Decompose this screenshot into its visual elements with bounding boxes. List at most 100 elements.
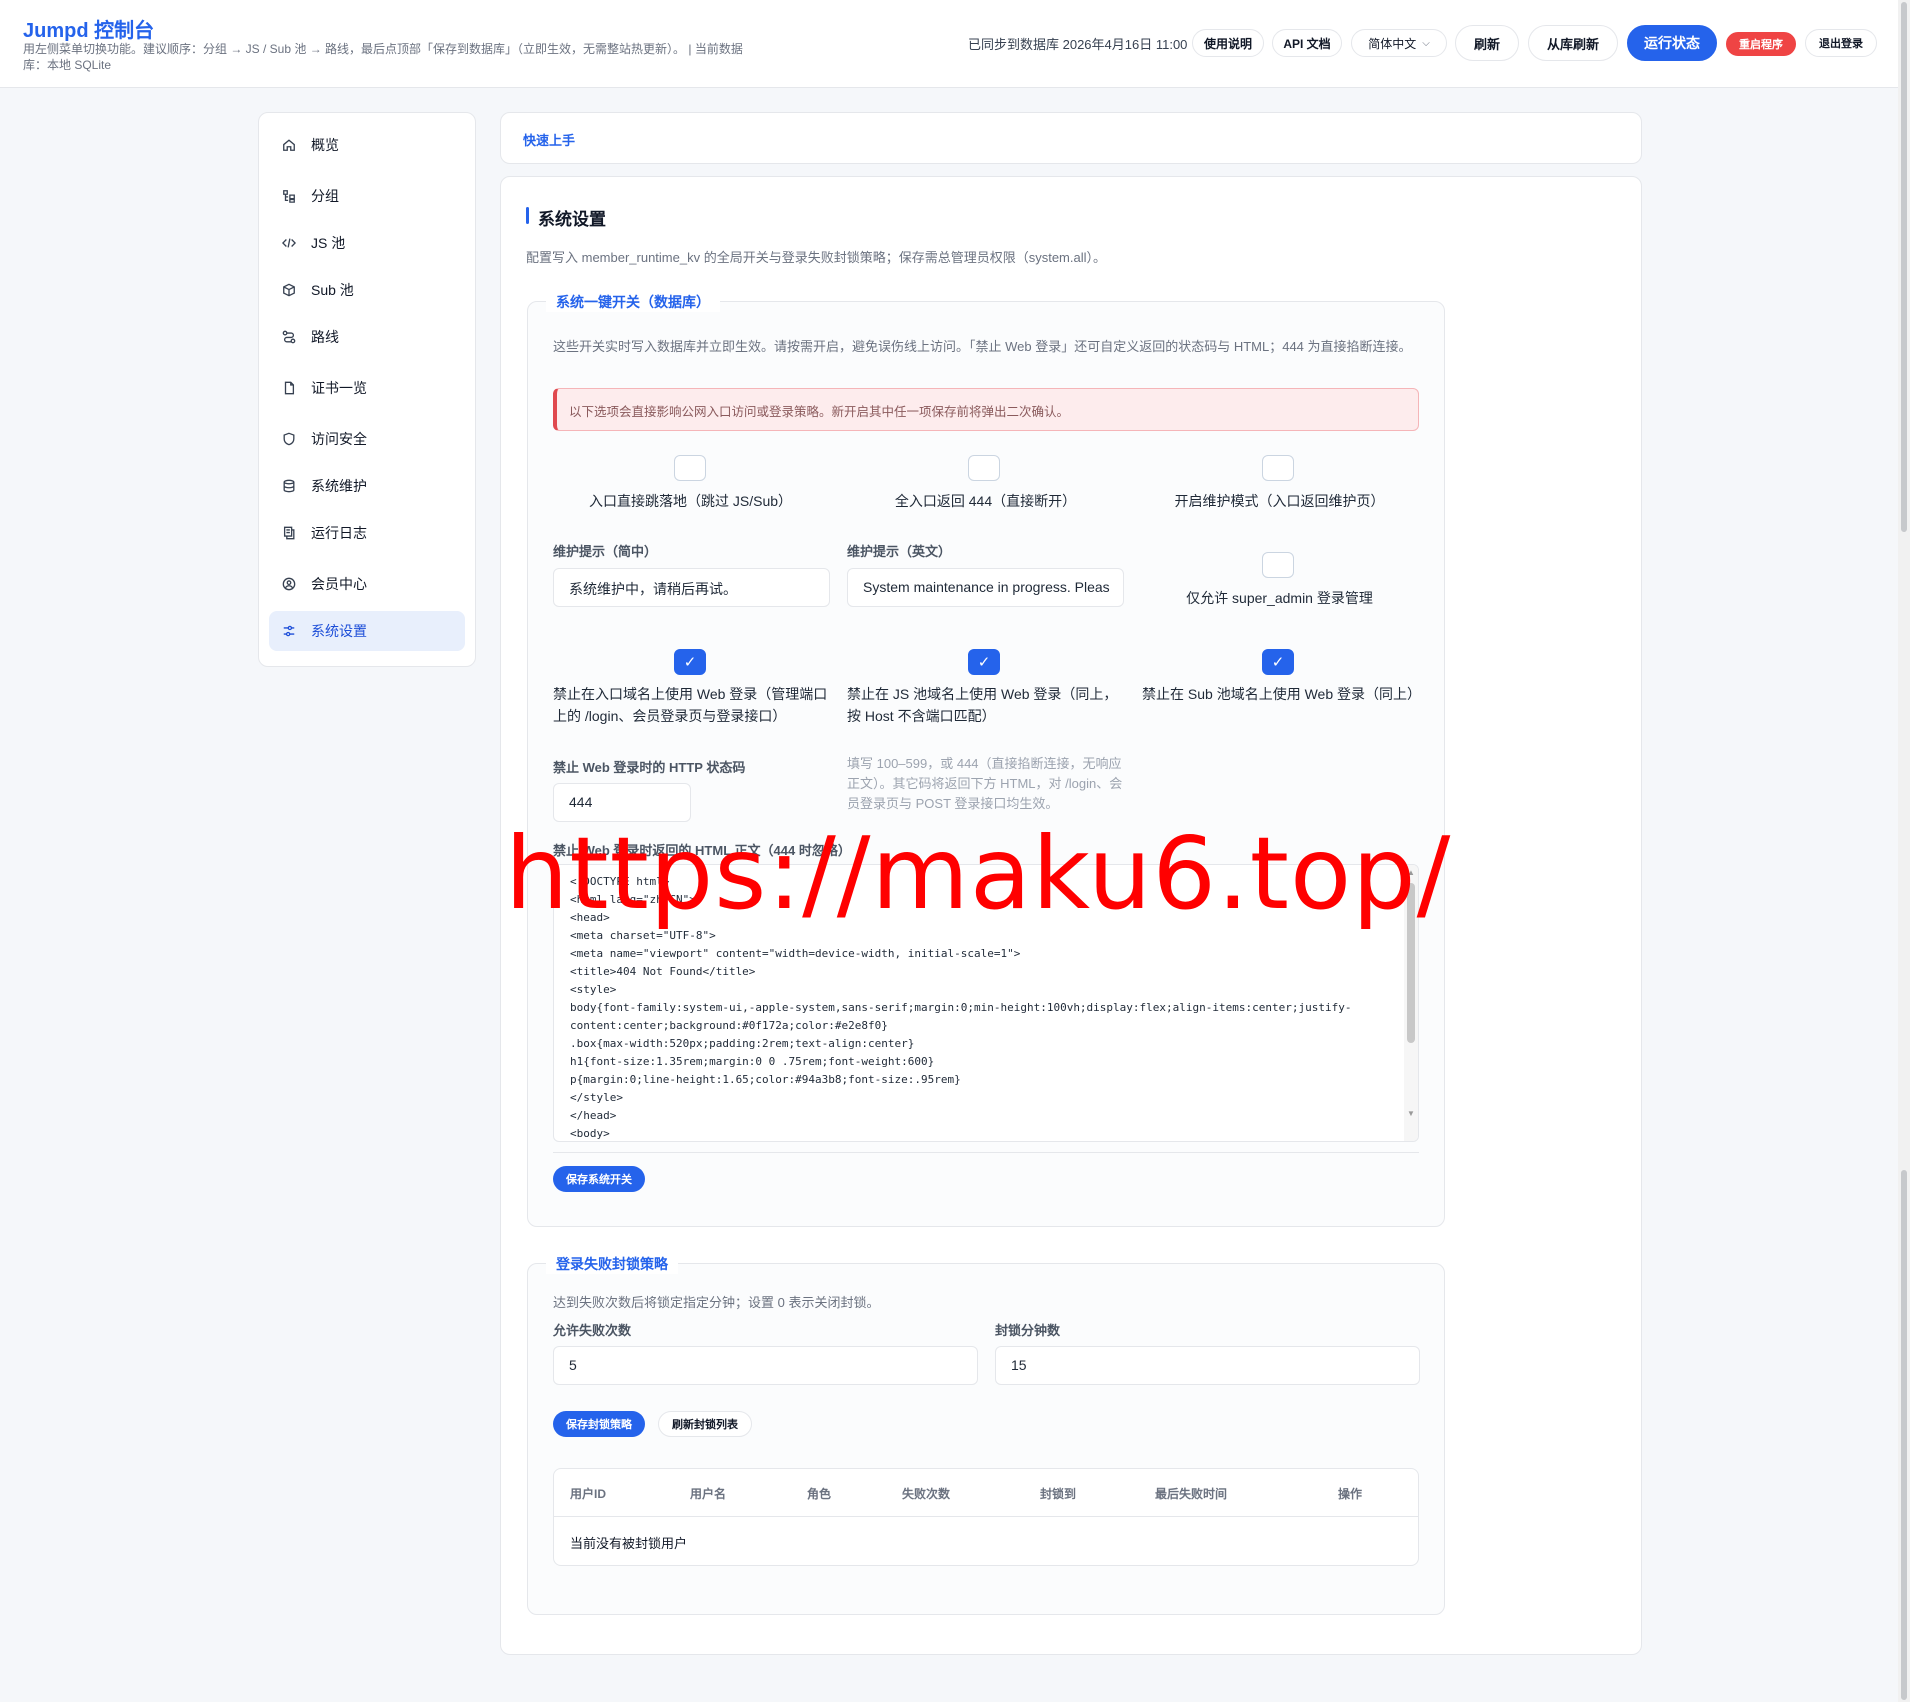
certificate-icon [281, 380, 297, 396]
system-switches-section: 系统一键开关（数据库） 这些开关实时写入数据库并立即生效。请按需开启，避免误伤线… [527, 292, 1445, 1227]
section-legend: 系统一键开关（数据库） [546, 292, 720, 312]
section-legend: 登录失败封锁策略 [546, 1254, 678, 1274]
shield-icon [281, 431, 297, 447]
lock-minutes-input[interactable]: 15 [995, 1346, 1420, 1385]
app-subtitle: 用左侧菜单切换功能。建议顺序：分组 → JS / Sub 池 → 路线，最后点顶… [23, 42, 743, 72]
table-empty-state: 当前没有被封锁用户 [570, 1536, 688, 1551]
block-sub-login-label: 禁止在 Sub 池域名上使用 Web 登录（同上） [1142, 686, 1422, 702]
refresh-lockout-list-button[interactable]: 刷新封锁列表 [658, 1411, 752, 1437]
quickstart-card: 快速上手 [500, 112, 1642, 164]
maint-en-label: 维护提示（英文） [847, 544, 952, 559]
app-title: Jumpd 控制台 [23, 20, 155, 42]
restart-button[interactable]: 重启程序 [1726, 32, 1796, 56]
maint-zh-input[interactable]: 系统维护中，请稍后再试。 [553, 568, 830, 607]
maint-zh-label: 维护提示（简中） [553, 544, 658, 559]
check-icon: ✓ [1271, 654, 1285, 671]
sidebar: 概览 分组 JS 池 Sub 池 路线 证书一览 访问安全 系统维护 运行日志 … [258, 112, 476, 667]
save-lockout-button[interactable]: 保存封锁策略 [553, 1411, 645, 1437]
status-code-label: 禁止 Web 登录时的 HTTP 状态码 [553, 760, 746, 775]
log-icon [281, 525, 297, 541]
check-icon: ✓ [683, 654, 697, 671]
page-scrollbar[interactable] [1898, 0, 1910, 1702]
all-444-checkbox[interactable] [968, 455, 1000, 481]
quickstart-link[interactable]: 快速上手 [523, 130, 575, 149]
sidebar-item-label: 证书一览 [311, 380, 367, 396]
sidebar-item-system-settings[interactable]: 系统设置 [269, 611, 465, 651]
group-icon [281, 188, 297, 204]
chevron-down-icon: ⌵ [1422, 37, 1430, 49]
all-444-label: 全入口返回 444（直接断开） [894, 493, 1077, 509]
sidebar-item-label: 运行日志 [311, 525, 367, 541]
status-code-hint: 填写 100–599，或 444（直接掐断连接，无响应正文）。其它码将返回下方 … [847, 756, 1123, 811]
super-admin-only-checkbox[interactable] [1262, 552, 1294, 578]
sidebar-item-groups[interactable]: 分组 [269, 176, 465, 216]
usage-button[interactable]: 使用说明 [1192, 29, 1264, 57]
table-header: 失败次数 [902, 1487, 951, 1501]
language-value: 简体中文 [1368, 36, 1417, 51]
maint-en-input[interactable]: System maintenance in progress. Pleas [847, 568, 1124, 607]
block-sub-login-checkbox[interactable]: ✓ [1262, 649, 1294, 675]
settings-sliders-icon [281, 623, 297, 639]
warning-alert: 以下选项会直接影响公网入口访问或登录策略。新开启其中任一项保存前将弹出二次确认。 [553, 388, 1419, 431]
sidebar-item-label: 系统设置 [311, 623, 367, 639]
run-status-button[interactable]: 运行状态 [1627, 25, 1717, 61]
check-icon: ✓ [977, 654, 991, 671]
sidebar-item-label: 分组 [311, 188, 339, 204]
sidebar-item-label: 访问安全 [311, 431, 367, 447]
api-docs-button[interactable]: API 文档 [1272, 29, 1342, 57]
sidebar-item-logs[interactable]: 运行日志 [269, 513, 465, 553]
super-admin-only-label: 仅允许 super_admin 登录管理 [1186, 590, 1373, 606]
table-header: 角色 [807, 1487, 832, 1501]
user-circle-icon [281, 576, 297, 592]
sidebar-item-label: 会员中心 [311, 576, 367, 592]
refresh-from-db-button[interactable]: 从库刷新 [1528, 25, 1618, 61]
sidebar-item-label: 概览 [311, 137, 339, 153]
block-entry-login-checkbox[interactable]: ✓ [674, 649, 706, 675]
page-title: 系统设置 [526, 205, 606, 230]
sidebar-item-access-security[interactable]: 访问安全 [269, 419, 465, 459]
lock-minutes-label: 封锁分钟数 [995, 1323, 1061, 1338]
sidebar-item-sub-pool[interactable]: Sub 池 [269, 270, 465, 310]
logout-button[interactable]: 退出登录 [1805, 29, 1877, 57]
lockout-policy-section: 登录失败封锁策略 达到失败次数后将锁定指定分钟；设置 0 表示关闭封锁。 允许失… [527, 1254, 1445, 1615]
sidebar-item-label: 路线 [311, 329, 339, 345]
language-select[interactable]: 简体中文 ⌵ [1351, 29, 1447, 57]
sidebar-item-routes[interactable]: 路线 [269, 317, 465, 357]
maintenance-mode-label: 开启维护模式（入口返回维护页） [1174, 493, 1385, 509]
maintenance-mode-checkbox[interactable] [1262, 455, 1294, 481]
sidebar-item-member-center[interactable]: 会员中心 [269, 564, 465, 604]
refresh-button[interactable]: 刷新 [1455, 25, 1519, 61]
top-header: Jumpd 控制台 用左侧菜单切换功能。建议顺序：分组 → JS / Sub 池… [0, 0, 1898, 88]
sidebar-item-js-pool[interactable]: JS 池 [269, 223, 465, 263]
table-header: 用户ID [570, 1487, 607, 1501]
table-header: 操作 [1338, 1487, 1363, 1501]
max-fail-input[interactable]: 5 [553, 1346, 978, 1385]
page-description: 配置写入 member_runtime_kv 的全局开关与登录失败封锁策略；保存… [526, 250, 1106, 265]
section-description: 这些开关实时写入数据库并立即生效。请按需开启，避免误伤线上访问。「禁止 Web … [553, 339, 1412, 354]
section-description: 达到失败次数后将锁定指定分钟；设置 0 表示关闭封锁。 [553, 1295, 880, 1310]
sidebar-item-maintenance[interactable]: 系统维护 [269, 466, 465, 506]
home-icon [281, 137, 297, 153]
max-fail-label: 允许失败次数 [553, 1323, 632, 1338]
direct-landing-label: 入口直接跳落地（跳过 JS/Sub） [588, 493, 793, 509]
block-entry-login-label: 禁止在入口域名上使用 Web 登录（管理端口上的 /login、会员登录页与登录… [553, 686, 828, 724]
database-icon [281, 478, 297, 494]
divider [553, 1152, 1419, 1153]
save-switches-button[interactable]: 保存系统开关 [553, 1166, 645, 1192]
box-icon [281, 282, 297, 298]
locked-users-table: 用户ID 用户名 角色 失败次数 封锁到 最后失败时间 操作 当前没有被封锁用户 [553, 1468, 1419, 1566]
table-header: 封锁到 [1040, 1487, 1077, 1501]
direct-landing-checkbox[interactable] [674, 455, 706, 481]
sync-status: 已同步到数据库 2026年4月16日 11:00 [968, 37, 1188, 52]
sidebar-item-certificates[interactable]: 证书一览 [269, 368, 465, 408]
block-js-login-checkbox[interactable]: ✓ [968, 649, 1000, 675]
table-header: 最后失败时间 [1155, 1487, 1228, 1501]
sidebar-item-label: 系统维护 [311, 478, 367, 494]
table-header: 用户名 [690, 1487, 727, 1501]
block-js-login-label: 禁止在 JS 池域名上使用 Web 登录（同上，按 Host 不含端口匹配） [847, 686, 1118, 724]
code-icon [281, 235, 297, 251]
watermark-text: https://maku6.top/ [505, 815, 1452, 932]
sidebar-item-label: JS 池 [311, 235, 346, 251]
route-icon [281, 329, 297, 345]
sidebar-item-overview[interactable]: 概览 [269, 125, 465, 165]
